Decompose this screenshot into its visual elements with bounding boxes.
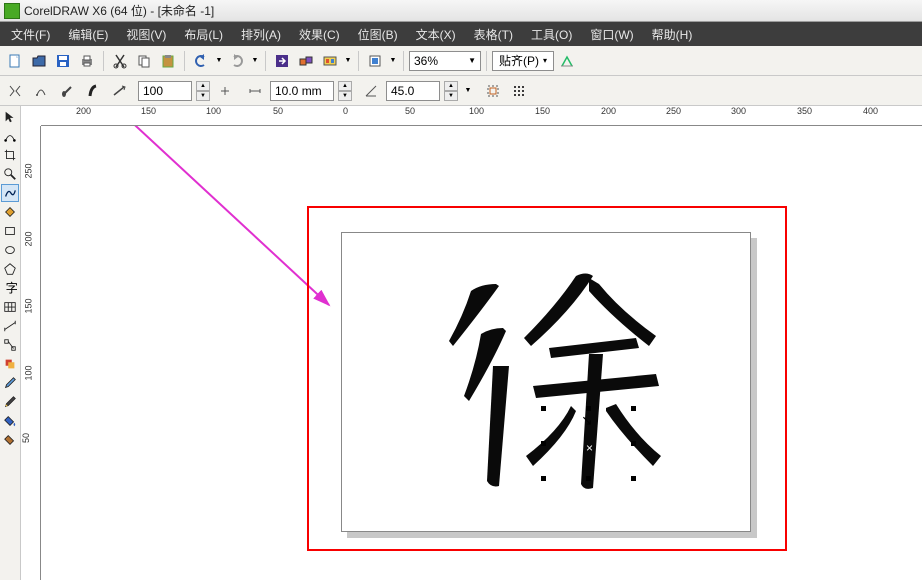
- window-title: CorelDRAW X6 (64 位) - [未命名 -1]: [24, 2, 214, 19]
- angle-spinner[interactable]: ▲▼: [444, 81, 458, 101]
- table-tool[interactable]: [1, 298, 19, 316]
- pick-tool[interactable]: [1, 108, 19, 126]
- text-tool[interactable]: 字: [1, 279, 19, 297]
- print-button[interactable]: [76, 50, 98, 72]
- thickness-spinner[interactable]: ▲▼: [196, 81, 210, 101]
- chevron-down-icon: ▼: [468, 56, 476, 65]
- brush-preset-2-icon[interactable]: [56, 80, 78, 102]
- spray-pattern-icon[interactable]: [508, 80, 530, 102]
- menu-bitmaps[interactable]: 位图(B): [349, 23, 407, 46]
- eyedropper-tool[interactable]: [1, 374, 19, 392]
- drawing-canvas[interactable]: × ↘: [41, 126, 922, 580]
- menu-arrange[interactable]: 排列(A): [232, 23, 290, 46]
- zoom-tool[interactable]: [1, 165, 19, 183]
- property-bar: 100 ▲▼ 10.0 mm ▲▼ 45.0 ▲▼ ▼: [0, 76, 922, 106]
- open-button[interactable]: [28, 50, 50, 72]
- ruler-horizontal[interactable]: 200 150 100 50 0 50 100 150 200 250 300 …: [41, 106, 922, 126]
- ellipse-tool[interactable]: [1, 241, 19, 259]
- polygon-tool[interactable]: [1, 260, 19, 278]
- rectangle-tool[interactable]: [1, 222, 19, 240]
- publish-button[interactable]: [319, 50, 341, 72]
- interactive-fill-tool[interactable]: [1, 431, 19, 449]
- menu-tools[interactable]: 工具(O): [522, 23, 581, 46]
- ruler-vertical[interactable]: 250 200 150 100 50: [21, 126, 41, 580]
- titlebar: CorelDRAW X6 (64 位) - [未命名 -1]: [0, 0, 922, 22]
- export-button[interactable]: [295, 50, 317, 72]
- menu-text[interactable]: 文本(X): [407, 23, 465, 46]
- workspace: 字 200 150 100 50 0 50 100 150 200 250 30…: [0, 106, 922, 580]
- freehand-tool[interactable]: [1, 184, 19, 202]
- svg-text:字: 字: [6, 281, 17, 295]
- app-launcher-button[interactable]: [364, 50, 386, 72]
- app-logo-icon: [4, 3, 20, 19]
- angle-icon: [360, 80, 382, 102]
- copy-button[interactable]: [133, 50, 155, 72]
- smart-fill-tool[interactable]: [1, 203, 19, 221]
- zoom-level-combo[interactable]: 36% ▼: [409, 51, 481, 71]
- undo-dropdown[interactable]: ▼: [214, 50, 224, 72]
- menu-help[interactable]: 帮助(H): [643, 23, 702, 46]
- snap-dropdown[interactable]: 贴齐(P) ▾: [492, 51, 554, 71]
- connector-tool[interactable]: [1, 336, 19, 354]
- dimension-tool[interactable]: [1, 317, 19, 335]
- bounding-box-icon[interactable]: [482, 80, 504, 102]
- menu-effects[interactable]: 效果(C): [290, 23, 349, 46]
- selection-center-icon: ×: [586, 441, 593, 455]
- calligraphy-brush-icon[interactable]: [82, 80, 104, 102]
- menu-edit[interactable]: 编辑(E): [59, 23, 117, 46]
- angle-input[interactable]: 45.0: [386, 81, 440, 101]
- effects-tool[interactable]: [1, 355, 19, 373]
- thickness-lock-icon[interactable]: [214, 80, 236, 102]
- menu-table[interactable]: 表格(T): [465, 23, 522, 46]
- outline-tool[interactable]: [1, 393, 19, 411]
- new-doc-button[interactable]: [4, 50, 26, 72]
- redo-dropdown[interactable]: ▼: [250, 50, 260, 72]
- highlight-frame: [307, 206, 787, 551]
- launcher-dropdown[interactable]: ▼: [388, 50, 398, 72]
- document-area: 200 150 100 50 0 50 100 150 200 250 300 …: [21, 106, 922, 580]
- cursor-indicator-icon: ↘: [581, 412, 593, 429]
- chevron-down-icon: ▾: [543, 56, 547, 65]
- options-button[interactable]: [556, 50, 578, 72]
- cut-button[interactable]: [109, 50, 131, 72]
- zoom-value: 36%: [414, 54, 438, 68]
- redo-button[interactable]: [226, 50, 248, 72]
- undo-button[interactable]: [190, 50, 212, 72]
- angle-dropdown[interactable]: ▼: [462, 80, 474, 102]
- fill-tool[interactable]: [1, 412, 19, 430]
- save-button[interactable]: [52, 50, 74, 72]
- nib-width-icon: [244, 80, 266, 102]
- pressure-brush-icon[interactable]: [108, 80, 130, 102]
- nib-size-input[interactable]: 10.0 mm: [270, 81, 334, 101]
- shape-tool[interactable]: [1, 127, 19, 145]
- nib-size-spinner[interactable]: ▲▼: [338, 81, 352, 101]
- snap-label: 贴齐(P): [499, 52, 539, 69]
- menubar: 文件(F) 编辑(E) 视图(V) 布局(L) 排列(A) 效果(C) 位图(B…: [0, 22, 922, 46]
- crop-tool[interactable]: [1, 146, 19, 164]
- mirror-h-icon[interactable]: [4, 80, 26, 102]
- menu-view[interactable]: 视图(V): [117, 23, 175, 46]
- paste-button[interactable]: [157, 50, 179, 72]
- brush-preset-1-icon[interactable]: [30, 80, 52, 102]
- menu-file[interactable]: 文件(F): [2, 23, 59, 46]
- menu-layout[interactable]: 布局(L): [175, 23, 232, 46]
- standard-toolbar: ▼ ▼ ▼ ▼ 36% ▼ 贴齐(P) ▾: [0, 46, 922, 76]
- publish-dropdown[interactable]: ▼: [343, 50, 353, 72]
- thickness-input[interactable]: 100: [138, 81, 192, 101]
- menu-window[interactable]: 窗口(W): [581, 23, 642, 46]
- toolbox: 字: [0, 106, 21, 580]
- import-button[interactable]: [271, 50, 293, 72]
